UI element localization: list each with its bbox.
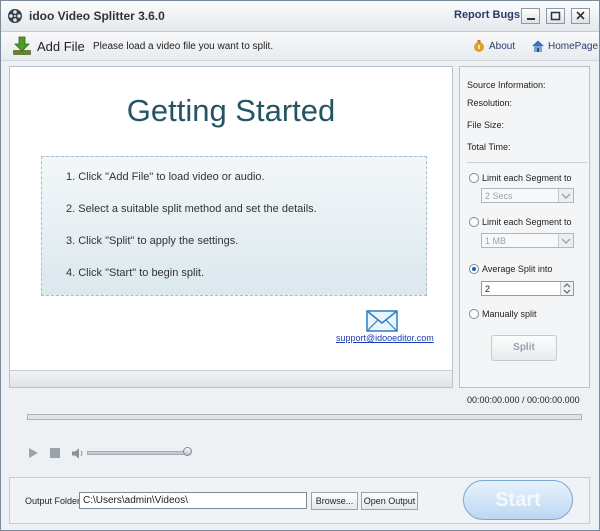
radio-circle-selected [469, 264, 479, 274]
limit-size-radio[interactable]: Limit each Segment to [469, 217, 572, 227]
app-window: idoo Video Splitter 3.6.0 Report Bugs Ad… [0, 0, 600, 531]
split-settings-panel: Source Information: Resolution: File Siz… [459, 66, 590, 388]
download-arrow-icon [13, 36, 31, 55]
close-icon [576, 11, 585, 20]
split-button[interactable]: Split [491, 335, 557, 361]
step-2: 2. Select a suitable split method and se… [66, 203, 317, 215]
volume-icon[interactable] [71, 448, 84, 459]
about-link[interactable]: About [472, 39, 515, 53]
resolution-label: Resolution: [467, 98, 513, 108]
output-folder-label: Output Folder: [25, 496, 83, 506]
segment-size-select[interactable]: 1 MB [481, 233, 574, 248]
window-title: idoo Video Splitter 3.6.0 [29, 9, 165, 23]
play-icon[interactable] [27, 447, 39, 459]
steps-box: 1. Click "Add File" to load video or aud… [41, 156, 427, 296]
add-file-button[interactable]: Add File [11, 35, 85, 57]
segment-time-value: 2 Secs [485, 191, 513, 201]
about-icon [474, 40, 484, 52]
toolbar-hint: Please load a video file you want to spl… [93, 41, 274, 52]
home-icon [532, 40, 544, 52]
close-button[interactable] [571, 8, 590, 24]
toolbar: Add File Please load a video file you wa… [1, 32, 599, 61]
about-label: About [489, 40, 516, 52]
start-button[interactable]: Start [463, 480, 573, 520]
title-bar: idoo Video Splitter 3.6.0 Report Bugs [1, 1, 599, 32]
total-time-label: Total Time: [467, 142, 511, 152]
limit-time-label: Limit each Segment to [482, 173, 572, 183]
average-split-value: 2 [485, 284, 491, 294]
seek-bar[interactable] [27, 414, 582, 420]
radio-circle [469, 173, 479, 183]
segment-size-value: 1 MB [485, 236, 507, 246]
homepage-link[interactable]: HomePage [531, 39, 598, 53]
preview-panel: Getting Started 1. Click "Add File" to l… [9, 66, 453, 388]
manual-split-radio[interactable]: Manually split [469, 309, 537, 319]
radio-circle [469, 309, 479, 319]
film-reel-icon [8, 9, 22, 23]
mail-icon[interactable] [366, 310, 398, 332]
output-folder-input[interactable] [79, 492, 307, 509]
step-4: 4. Click "Start" to begin split. [66, 267, 205, 279]
report-bugs-link[interactable]: Report Bugs [454, 9, 520, 21]
file-size-label: File Size: [467, 120, 505, 130]
add-file-label: Add File [37, 38, 85, 54]
segment-time-select[interactable]: 2 Secs [481, 188, 574, 203]
timecode-readout: 00:00:00.000 / 00:00:00.000 [467, 395, 580, 405]
average-split-radio[interactable]: Average Split into [469, 264, 552, 274]
open-output-button[interactable]: Open Output [361, 492, 418, 510]
radio-circle [469, 217, 479, 227]
step-3: 3. Click "Split" to apply the settings. [66, 235, 239, 247]
average-split-label: Average Split into [482, 264, 553, 274]
step-1: 1. Click "Add File" to load video or aud… [66, 171, 265, 183]
maximize-icon [550, 11, 561, 21]
volume-slider-handle[interactable] [183, 447, 192, 456]
source-info-label: Source Information: [467, 80, 546, 90]
minimize-button[interactable] [521, 8, 540, 24]
minimize-icon [527, 18, 535, 20]
stop-icon[interactable] [50, 448, 60, 458]
average-split-stepper[interactable]: 2 [481, 281, 574, 296]
panel-divider [467, 162, 587, 163]
volume-slider[interactable] [87, 451, 189, 455]
maximize-button[interactable] [546, 8, 565, 24]
manual-split-label: Manually split [482, 309, 537, 319]
limit-size-label: Limit each Segment to [482, 217, 572, 227]
support-email-link[interactable]: support@idooeditor.com [336, 333, 434, 343]
preview-footer-bar [10, 370, 452, 387]
limit-time-radio[interactable]: Limit each Segment to [469, 173, 572, 183]
chevron-down-icon [558, 189, 573, 202]
chevron-down-icon [558, 234, 573, 247]
getting-started-title: Getting Started [126, 93, 336, 128]
spinner-arrows-icon[interactable] [560, 282, 573, 295]
browse-button[interactable]: Browse... [311, 492, 358, 510]
homepage-label: HomePage [548, 40, 599, 52]
